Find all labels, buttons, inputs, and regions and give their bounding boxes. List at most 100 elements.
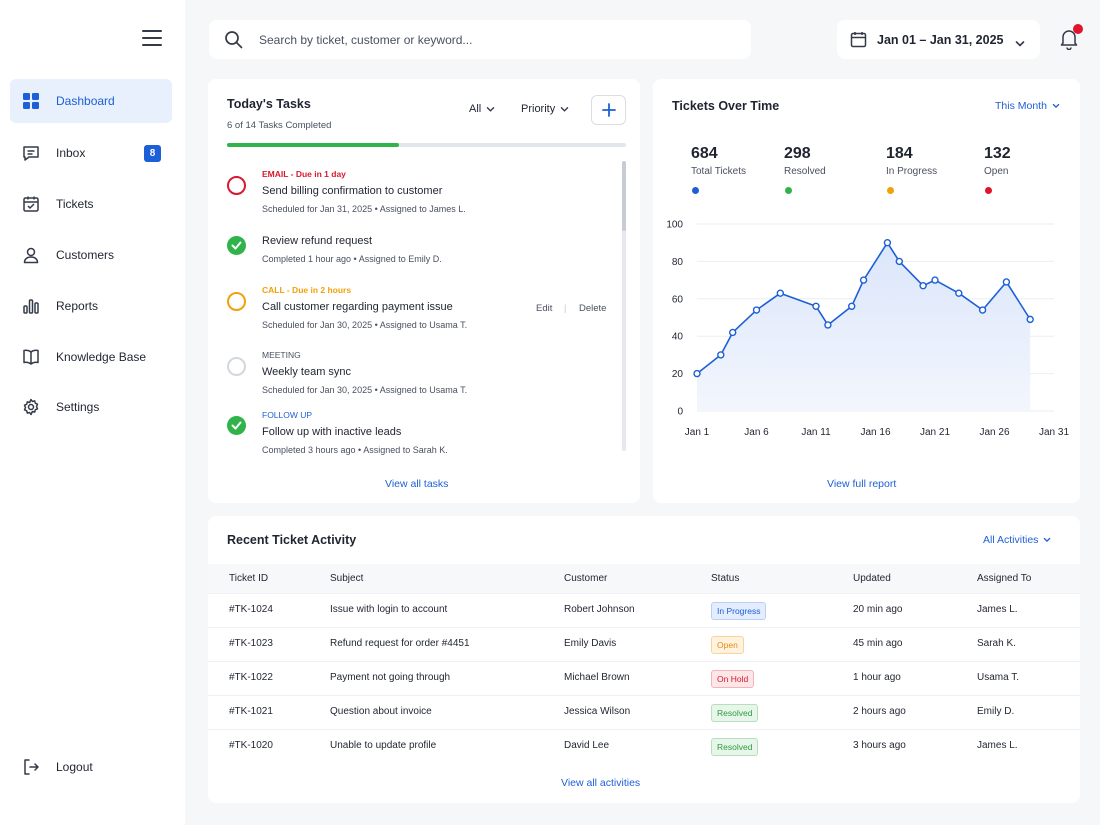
column-header-updated[interactable]: Updated: [853, 573, 891, 584]
chevron-down-icon: [560, 106, 569, 112]
user-icon: [21, 245, 41, 265]
ticket-customer: David Lee: [564, 740, 610, 751]
task-meta: Scheduled for Jan 31, 2025 • Assigned to…: [262, 204, 466, 214]
sidebar-item-reports[interactable]: Reports: [10, 284, 172, 328]
table-row[interactable]: #TK-1023 Refund request for order #4451 …: [208, 627, 1080, 661]
activity-filter-select[interactable]: All Activities: [983, 534, 1051, 546]
x-tick-label: Jan 16: [860, 427, 890, 438]
notifications-button[interactable]: [1059, 24, 1083, 51]
task-title: Call customer regarding payment issue: [262, 301, 453, 313]
sidebar-item-tickets[interactable]: Tickets: [10, 182, 172, 226]
column-header-subject[interactable]: Subject: [330, 573, 363, 584]
y-tick-label: 100: [666, 220, 683, 231]
table-row[interactable]: #TK-1022 Payment not going through Micha…: [208, 661, 1080, 695]
chevron-down-icon: [1044, 537, 1051, 543]
view-all-activities-link[interactable]: View all activities: [561, 777, 640, 789]
bell-icon: [1059, 30, 1079, 54]
status-badge: Resolved: [711, 704, 759, 722]
task-tag: EMAIL - Due in 1 day: [262, 169, 346, 179]
y-tick-label: 0: [677, 407, 683, 418]
y-tick-label: 20: [672, 369, 684, 380]
ticket-id: #TK-1023: [229, 638, 273, 649]
data-point: [955, 289, 963, 297]
task-status-circle[interactable]: [227, 176, 246, 195]
ticket-customer: Robert Johnson: [564, 604, 635, 615]
hamburger-menu-icon[interactable]: [142, 30, 162, 48]
search-input[interactable]: [259, 29, 729, 51]
calendar-icon: [850, 31, 867, 53]
data-point: [776, 289, 785, 297]
task-status-circle[interactable]: [227, 292, 246, 311]
ticket-assignee: Sarah K.: [977, 638, 1016, 649]
sidebar-item-label: Tickets: [56, 197, 94, 211]
column-header-customer[interactable]: Customer: [564, 573, 607, 584]
x-tick-label: Jan 21: [920, 427, 950, 438]
data-point: [728, 328, 737, 337]
ticket-subject: Issue with login to account: [330, 604, 448, 615]
y-tick-label: 40: [672, 332, 684, 343]
data-point: [978, 306, 987, 314]
ticket-id: #TK-1022: [229, 672, 273, 683]
ticket-id: #TK-1021: [229, 706, 273, 717]
filter-label: All: [469, 103, 482, 115]
task-title: Review refund request: [262, 235, 373, 247]
logout-button[interactable]: Logout: [10, 745, 172, 789]
book-icon: [21, 347, 41, 367]
logout-label: Logout: [56, 760, 93, 774]
ticket-customer: Michael Brown: [564, 672, 630, 683]
sidebar: Dashboard Inbox 8 Tickets Customers Repo…: [0, 0, 185, 825]
x-tick-label: Jan 26: [979, 427, 1009, 438]
task-meta: Scheduled for Jan 30, 2025 • Assigned to…: [262, 320, 468, 330]
add-task-button[interactable]: [591, 95, 626, 125]
tasks-scrollbar[interactable]: [622, 161, 626, 451]
task-meta: Completed 3 hours ago • Assigned to Sara…: [262, 445, 448, 455]
status-badge: In Progress: [711, 602, 767, 620]
column-header-assigned-to[interactable]: Assigned To: [977, 573, 1031, 584]
task-status-circle[interactable]: [227, 357, 246, 376]
view-all-tasks-link[interactable]: View all tasks: [385, 478, 448, 490]
data-point: [752, 306, 761, 314]
chevron-down-icon: [1015, 35, 1025, 53]
plus-icon: [601, 103, 616, 117]
view-full-report-link[interactable]: View full report: [827, 478, 896, 490]
tasks-filter-all[interactable]: All: [469, 103, 495, 115]
ticket-subject: Question about invoice: [330, 706, 432, 717]
sidebar-item-dashboard[interactable]: Dashboard: [10, 79, 172, 123]
table-row[interactable]: #TK-1021 Question about invoice Jessica …: [208, 695, 1080, 729]
ticket-subject: Payment not going through: [330, 672, 451, 683]
status-badge: Open: [711, 636, 744, 654]
column-header-ticket-id[interactable]: Ticket ID: [229, 573, 268, 584]
ticket-customer: Jessica Wilson: [564, 706, 631, 717]
data-point: [919, 282, 927, 290]
table-row[interactable]: #TK-1020 Unable to update profile David …: [208, 729, 1080, 763]
sidebar-item-label: Reports: [56, 299, 99, 313]
sidebar-item-settings[interactable]: Settings: [10, 385, 172, 429]
data-point: [847, 302, 856, 310]
data-point: [1002, 278, 1011, 286]
gear-icon: [21, 397, 41, 417]
ticket-updated: 2 hours ago: [853, 706, 906, 717]
search-bar: [209, 20, 751, 59]
calendar-ticket-icon: [21, 194, 41, 214]
ticket-subject: Unable to update profile: [330, 740, 437, 751]
sidebar-item-customers[interactable]: Customers: [10, 233, 172, 277]
date-range-label: Jan 01 – Jan 31, 2025: [877, 33, 1004, 47]
tasks-progress-text: 6 of 14 Tasks Completed: [227, 120, 332, 131]
ticket-customer: Emily Davis: [564, 638, 617, 649]
ticket-assignee: James L.: [977, 740, 1018, 751]
ticket-assignee: James L.: [977, 604, 1018, 615]
task-edit-button[interactable]: Edit: [536, 303, 552, 314]
ticket-subject: Refund request for order #4451: [330, 638, 470, 649]
check-circle-icon[interactable]: [227, 416, 246, 435]
check-circle-icon[interactable]: [227, 236, 246, 255]
column-header-status[interactable]: Status: [711, 573, 739, 584]
tasks-filter-priority[interactable]: Priority: [521, 103, 569, 115]
date-range-picker[interactable]: Jan 01 – Jan 31, 2025: [837, 20, 1040, 59]
recent-ticket-activity-card: Recent Ticket Activity All Activities Ti…: [208, 516, 1080, 803]
data-point: [883, 238, 892, 247]
table-row[interactable]: #TK-1024 Issue with login to account Rob…: [208, 593, 1080, 627]
sidebar-item-inbox[interactable]: Inbox 8: [10, 131, 172, 175]
sidebar-item-knowledge-base[interactable]: Knowledge Base: [10, 335, 172, 379]
task-delete-button[interactable]: Delete: [579, 303, 606, 314]
task-tag: MEETING: [262, 350, 301, 360]
